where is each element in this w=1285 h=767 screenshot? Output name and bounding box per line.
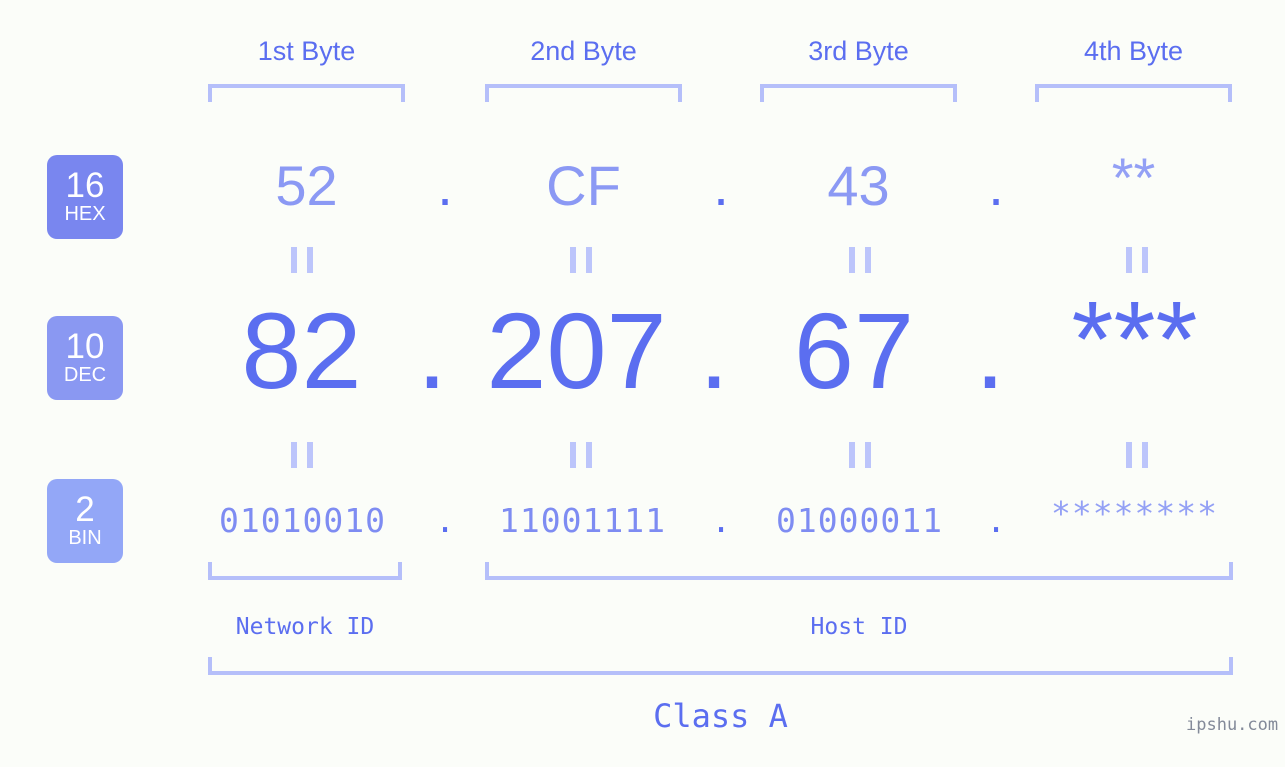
equals-mark-hex-dec-3: [849, 247, 871, 273]
hex-byte-value-4-masked: **: [1111, 146, 1156, 209]
byte-header-label-2: 2nd Byte: [530, 36, 637, 66]
base-badge-bin-number: 2: [75, 490, 95, 529]
hex-separator-2: .: [713, 154, 729, 217]
dec-separator-1: .: [416, 290, 447, 411]
site-watermark: ipshu.com: [1186, 715, 1279, 735]
bin-byte-value-1: 01010010: [219, 501, 386, 540]
base-badge-bin: 2 BIN: [47, 479, 123, 563]
byte-bracket-top-3: [760, 84, 957, 102]
dec-byte-value-2: 207: [486, 290, 667, 411]
dec-byte-value-4-masked: ***: [1071, 278, 1198, 399]
dec-byte-value-3: 67: [793, 290, 915, 411]
base-badge-hex: 16 HEX: [47, 155, 123, 239]
byte-bracket-top-4: [1035, 84, 1232, 102]
base-badge-hex-number: 16: [65, 166, 105, 205]
host-id-bracket: [485, 562, 1233, 580]
base-badge-bin-abbr: BIN: [68, 527, 102, 549]
class-label: Class A: [653, 697, 788, 735]
equals-mark-hex-dec-4: [1126, 247, 1148, 273]
byte-header-label-3: 3rd Byte: [808, 36, 909, 66]
dec-separator-2: .: [698, 290, 729, 411]
class-bracket: [208, 657, 1233, 675]
ip-address-breakdown-diagram: 1st Byte 2nd Byte 3rd Byte 4th Byte 16 H…: [0, 0, 1285, 767]
base-badge-dec: 10 DEC: [47, 316, 123, 400]
equals-mark-hex-dec-2: [570, 247, 592, 273]
dec-byte-value-1: 82: [241, 290, 362, 411]
hex-separator-1: .: [437, 154, 453, 217]
equals-mark-dec-bin-1: [291, 442, 313, 468]
host-id-label: Host ID: [810, 614, 908, 640]
byte-bracket-top-2: [485, 84, 682, 102]
bin-byte-value-4-masked: ********: [1051, 494, 1218, 533]
equals-mark-dec-bin-2: [570, 442, 592, 468]
base-badge-dec-number: 10: [65, 327, 105, 366]
network-id-bracket: [208, 562, 402, 580]
bin-separator-1: .: [435, 501, 455, 540]
dec-separator-3: .: [974, 290, 1005, 411]
equals-mark-dec-bin-4: [1126, 442, 1148, 468]
hex-byte-value-2: CF: [546, 154, 621, 217]
base-badge-hex-abbr: HEX: [64, 203, 106, 225]
bin-separator-3: .: [986, 501, 1006, 540]
network-id-label: Network ID: [235, 614, 375, 640]
hex-byte-value-3: 43: [827, 154, 890, 217]
bin-byte-value-3: 01000011: [776, 501, 943, 540]
byte-bracket-top-1: [208, 84, 405, 102]
bin-byte-value-2: 11001111: [499, 501, 666, 540]
equals-mark-dec-bin-3: [849, 442, 871, 468]
byte-header-label-1: 1st Byte: [257, 36, 356, 66]
equals-mark-hex-dec-1: [291, 247, 313, 273]
bin-separator-2: .: [711, 501, 731, 540]
hex-separator-3: .: [988, 154, 1004, 217]
base-badge-dec-abbr: DEC: [63, 364, 107, 386]
hex-byte-value-1: 52: [275, 154, 338, 217]
byte-header-label-4: 4th Byte: [1083, 36, 1184, 66]
